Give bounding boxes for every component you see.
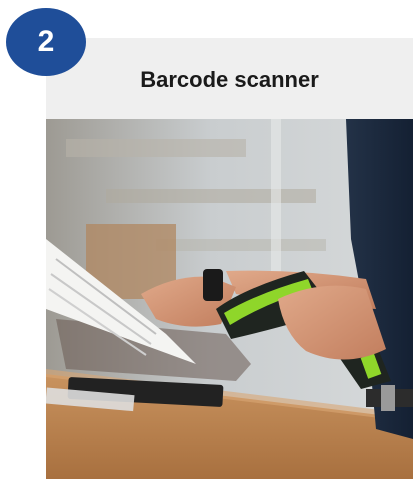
wristwatch: [203, 269, 223, 301]
card-title: Barcode scanner: [140, 66, 319, 92]
step-number: 2: [37, 25, 55, 58]
shelf-1: [66, 139, 246, 157]
step-card: Barcode scanner: [46, 38, 413, 479]
photo-illustration: [46, 119, 413, 479]
step-number-badge: 2: [6, 8, 86, 76]
barcode-scanner-photo: [46, 119, 413, 479]
belt-buckle: [381, 385, 395, 411]
shelf-3: [156, 239, 326, 251]
shelf-2: [106, 189, 316, 203]
card-header: Barcode scanner: [46, 38, 413, 119]
